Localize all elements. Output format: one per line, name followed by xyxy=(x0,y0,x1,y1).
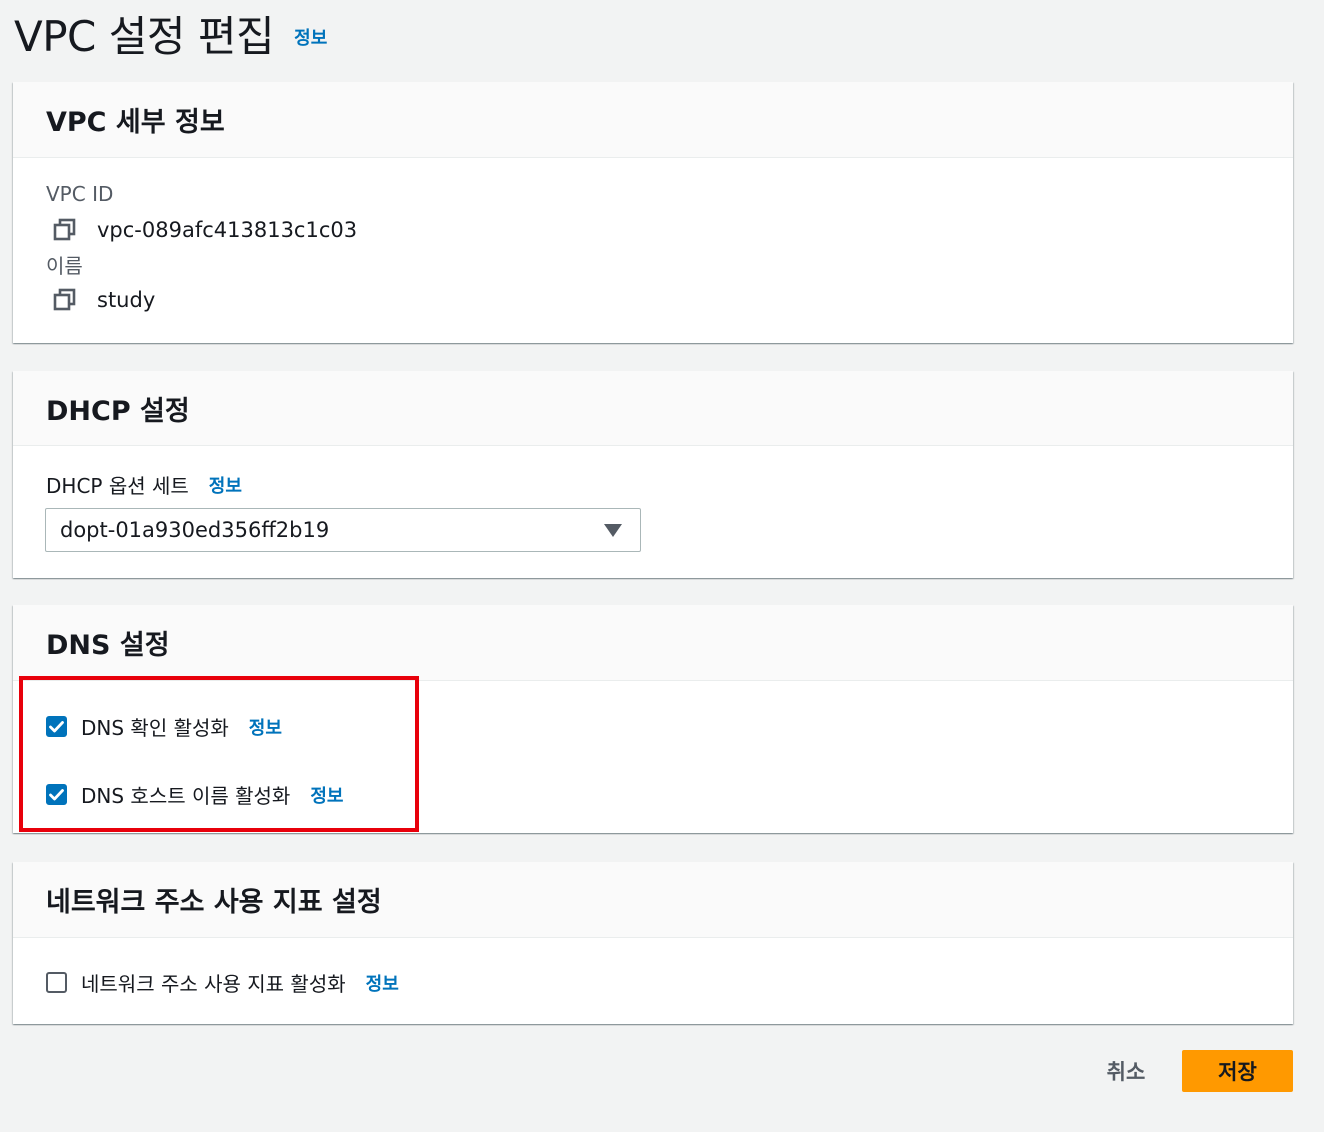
save-button[interactable]: 저장 xyxy=(1182,1050,1293,1092)
network-metrics-title: 네트워크 주소 사용 지표 설정 xyxy=(46,887,382,918)
vpc-id-label: VPC ID xyxy=(46,182,114,206)
dhcp-option-set-value: dopt-01a930ed356ff2b19 xyxy=(60,518,330,542)
dns-resolution-checkbox[interactable] xyxy=(46,716,67,737)
dns-hostnames-checkbox[interactable] xyxy=(46,784,67,805)
network-metrics-panel: 네트워크 주소 사용 지표 설정 네트워크 주소 사용 지표 활성화 정보 xyxy=(13,862,1293,1024)
network-metrics-row: 네트워크 주소 사용 지표 활성화 정보 xyxy=(46,968,399,997)
caret-down-icon xyxy=(604,524,622,537)
page-title: VPC 설정 편집 xyxy=(14,11,275,61)
cancel-button[interactable]: 취소 xyxy=(1085,1050,1167,1092)
check-icon xyxy=(49,788,64,800)
name-row: study xyxy=(51,286,155,314)
vpc-details-panel: VPC 세부 정보 VPC ID vpc-089afc413813c1c03 이… xyxy=(13,82,1293,343)
dhcp-option-set-label: DHCP 옵션 세트 xyxy=(46,474,189,498)
dhcp-option-set-label-row: DHCP 옵션 세트 정보 xyxy=(46,470,242,499)
dns-hostnames-row: DNS 호스트 이름 활성화 정보 xyxy=(46,780,343,809)
page-header: VPC 설정 편집 정보 xyxy=(14,0,327,66)
dhcp-title: DHCP 설정 xyxy=(46,395,190,427)
dns-hostnames-label: DNS 호스트 이름 활성화 xyxy=(81,784,291,808)
dns-title: DNS 설정 xyxy=(46,630,170,661)
check-icon xyxy=(49,720,64,732)
copy-icon[interactable] xyxy=(51,286,79,314)
dhcp-panel: DHCP 설정 DHCP 옵션 세트 정보 dopt-01a930ed356ff… xyxy=(13,371,1293,578)
page-info-link[interactable]: 정보 xyxy=(294,24,327,50)
dns-resolution-row: DNS 확인 활성화 정보 xyxy=(46,712,282,741)
dhcp-info-link[interactable]: 정보 xyxy=(209,472,242,498)
network-metrics-checkbox[interactable] xyxy=(46,972,67,993)
dns-panel: DNS 설정 DNS 확인 활성화 정보 DNS 호스트 이름 활성화 정보 xyxy=(13,605,1293,833)
dhcp-header: DHCP 설정 xyxy=(13,371,1293,446)
network-metrics-info-link[interactable]: 정보 xyxy=(366,970,399,996)
dns-resolution-label: DNS 확인 활성화 xyxy=(81,716,229,740)
name-value: study xyxy=(97,288,156,312)
vpc-id-value: vpc-089afc413813c1c03 xyxy=(97,218,358,242)
dns-resolution-info-link[interactable]: 정보 xyxy=(249,714,282,740)
vpc-details-header: VPC 세부 정보 xyxy=(13,82,1293,158)
network-metrics-header: 네트워크 주소 사용 지표 설정 xyxy=(13,862,1293,938)
vpc-details-title: VPC 세부 정보 xyxy=(46,107,225,138)
network-metrics-label: 네트워크 주소 사용 지표 활성화 xyxy=(81,972,346,996)
copy-icon[interactable] xyxy=(51,216,79,244)
dns-header: DNS 설정 xyxy=(13,605,1293,681)
name-label: 이름 xyxy=(46,254,83,278)
dns-hostnames-info-link[interactable]: 정보 xyxy=(310,782,343,808)
vpc-id-row: vpc-089afc413813c1c03 xyxy=(51,216,357,244)
dhcp-option-set-select[interactable]: dopt-01a930ed356ff2b19 xyxy=(45,508,641,552)
